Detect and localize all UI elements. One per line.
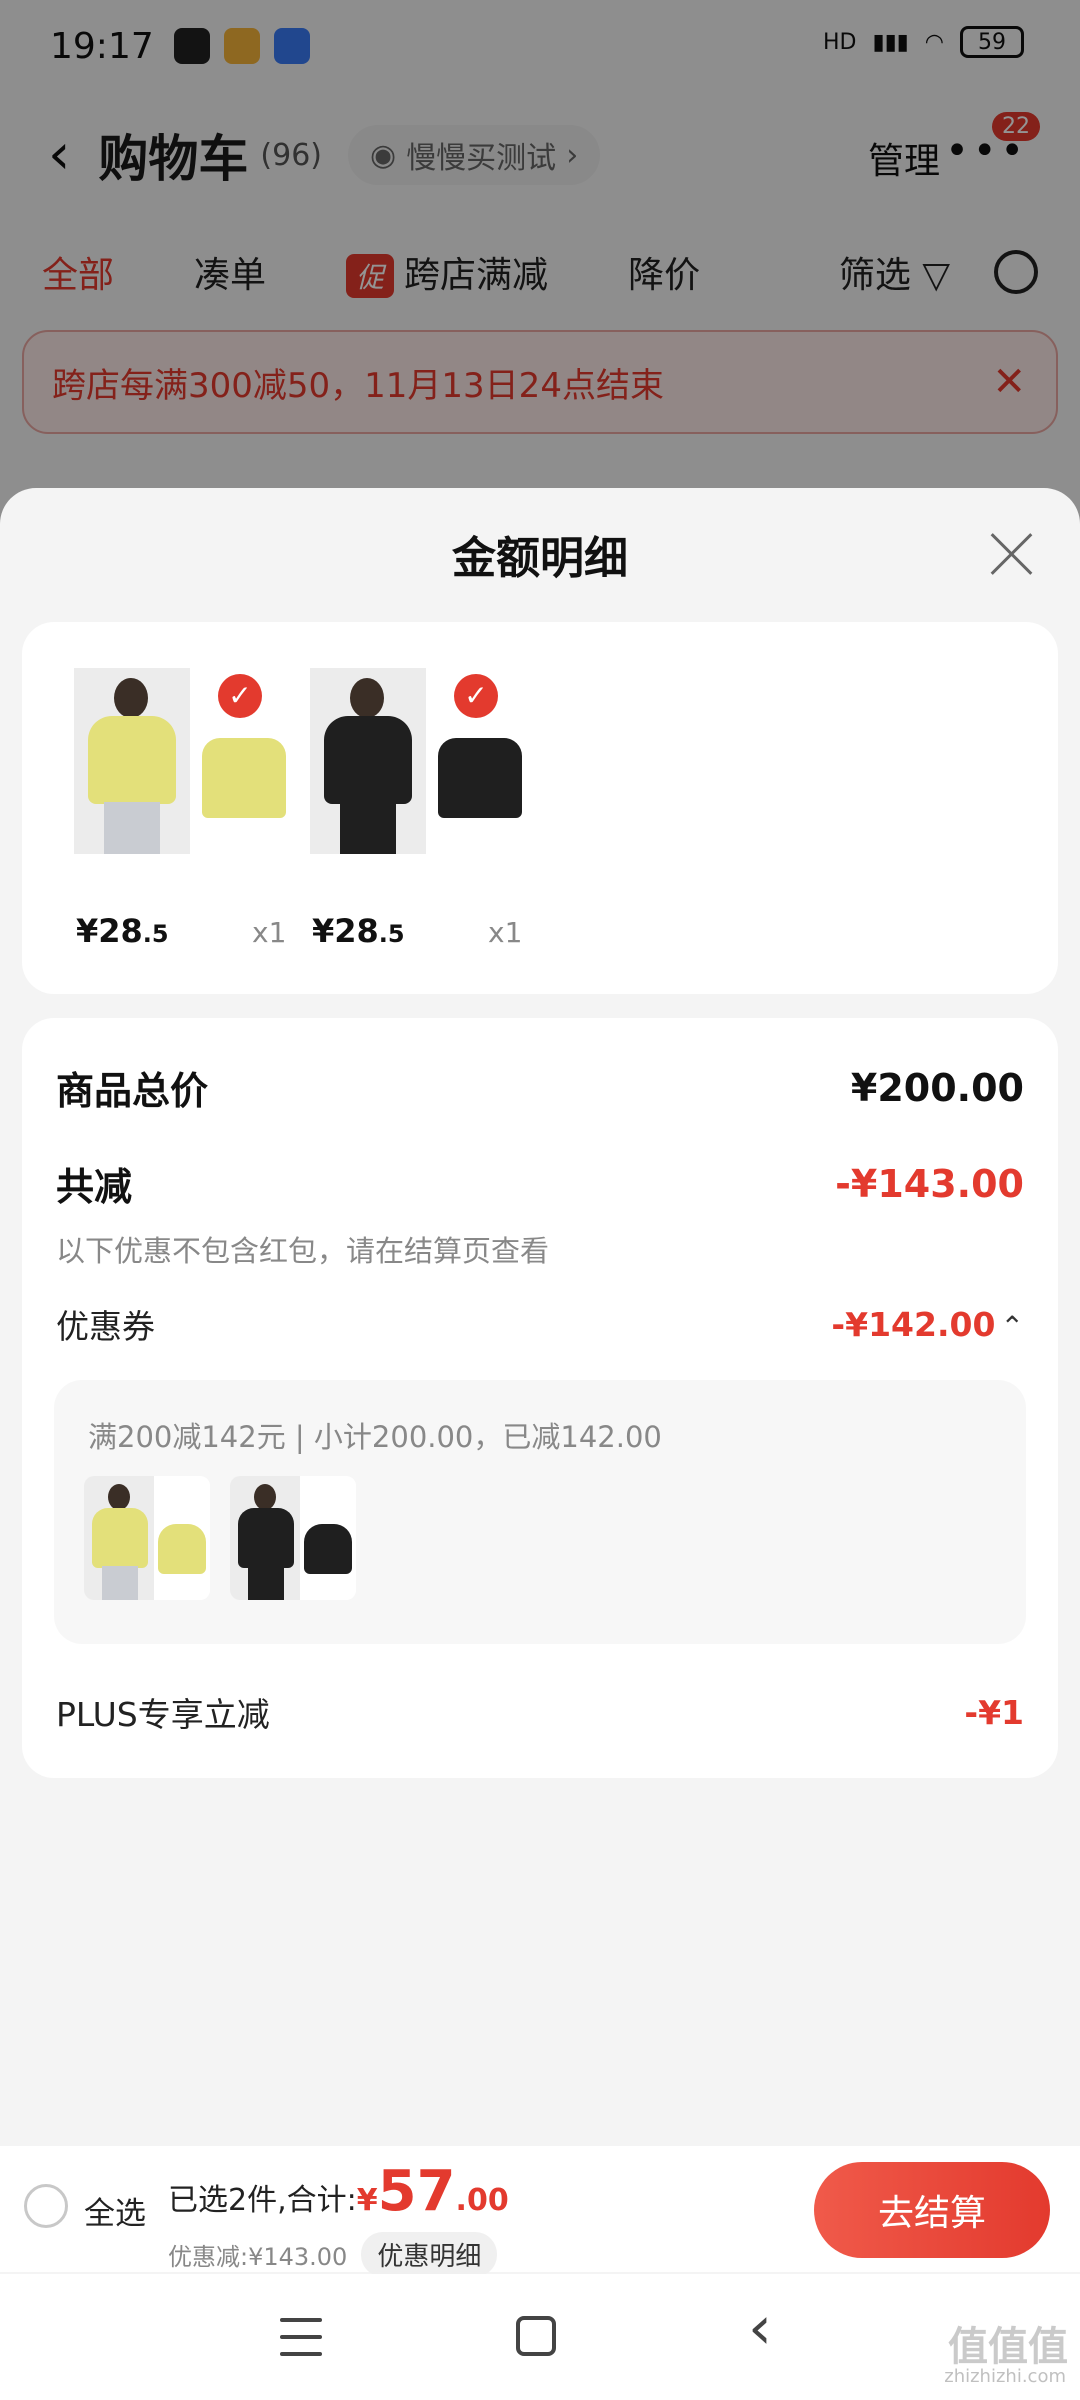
product-list-card: ✓ ¥28.5 x1 ✓ ¥28.5 x1 bbox=[22, 622, 1058, 994]
coupon-product-thumb bbox=[84, 1476, 210, 1600]
product-qty: x1 bbox=[488, 916, 523, 949]
product-item[interactable]: ✓ ¥28.5 x1 bbox=[310, 668, 530, 950]
select-all-label[interactable]: 全选 bbox=[84, 2188, 146, 2233]
total-decimals: .00 bbox=[455, 2183, 509, 2218]
total-amount: 57 bbox=[377, 2159, 456, 2224]
price-summary-card: 商品总价 ¥200.00 共减 -¥143.00 以下优惠不包含红包，请在结算页… bbox=[22, 1018, 1058, 1778]
product-price: ¥28.5 bbox=[76, 912, 169, 950]
coupon-product-thumb bbox=[230, 1476, 356, 1600]
discount-text: 优惠减:¥143.00 bbox=[168, 2243, 348, 2271]
plus-discount-row: PLUS专享立减 -¥1 bbox=[56, 1688, 1024, 1736]
product-image: ✓ bbox=[310, 668, 530, 854]
total-price-row: 商品总价 ¥200.00 bbox=[56, 1060, 1024, 1115]
watermark: 值值值 bbox=[948, 2324, 1068, 2370]
product-qty: x1 bbox=[252, 916, 287, 949]
coupon-detail-box: 满200减142元 | 小计200.00，已减142.00 bbox=[54, 1380, 1026, 1644]
product-image: ✓ bbox=[74, 668, 294, 854]
close-icon[interactable] bbox=[988, 530, 1036, 578]
coupon-row[interactable]: 优惠券 -¥142.00 ⌃ bbox=[56, 1300, 1024, 1348]
discount-line: 优惠减:¥143.00 优惠明细 bbox=[168, 2232, 498, 2277]
selected-summary: 已选2件,合计: ¥ 57 .00 bbox=[168, 2164, 509, 2220]
select-all-radio[interactable] bbox=[24, 2184, 68, 2228]
sheet-header: 金额明细 bbox=[0, 488, 1080, 620]
amount-detail-sheet: 金额明细 ✓ ¥28.5 x1 ✓ ¥28.5 x1 商品总价 ¥200.00 … bbox=[0, 488, 1080, 2400]
product-price: ¥28.5 bbox=[312, 912, 405, 950]
watermark-url: zhizhizhi.com bbox=[944, 2366, 1066, 2387]
checked-icon: ✓ bbox=[454, 674, 498, 718]
selected-text: 已选2件,合计: bbox=[168, 2183, 357, 2218]
discount-detail-button[interactable]: 优惠明细 bbox=[361, 2232, 498, 2277]
total-price-label: 商品总价 bbox=[56, 1069, 209, 1113]
sheet-title: 金额明细 bbox=[452, 533, 628, 584]
back-nav-icon[interactable]: ‹ bbox=[748, 2298, 772, 2358]
total-currency: ¥ bbox=[356, 2183, 378, 2218]
reduce-row: 共减 -¥143.00 bbox=[56, 1156, 1024, 1211]
coupon-value: -¥142.00 bbox=[831, 1304, 996, 1344]
home-icon[interactable] bbox=[516, 2316, 556, 2356]
discount-note: 以下优惠不包含红包，请在结算页查看 bbox=[56, 1234, 550, 1268]
total-price-value: ¥200.00 bbox=[850, 1065, 1024, 1110]
product-item[interactable]: ✓ ¥28.5 x1 bbox=[74, 668, 294, 950]
menu-icon[interactable] bbox=[280, 2318, 322, 2356]
model-photo bbox=[74, 668, 190, 854]
model-photo bbox=[310, 668, 426, 854]
checkout-bar: 全选 已选2件,合计: ¥ 57 .00 优惠减:¥143.00 优惠明细 去结… bbox=[0, 2146, 1080, 2277]
checked-icon: ✓ bbox=[218, 674, 262, 718]
system-nav-bar: ‹ 值值值 zhizhizhi.com bbox=[0, 2274, 1080, 2400]
checkout-button[interactable]: 去结算 bbox=[814, 2162, 1050, 2258]
reduce-value: -¥143.00 bbox=[835, 1161, 1024, 1206]
plus-label: PLUS专享立减 bbox=[56, 1695, 270, 1734]
coupon-label: 优惠券 bbox=[56, 1307, 155, 1346]
chevron-up-icon: ⌃ bbox=[1000, 1309, 1024, 1343]
plus-value: -¥1 bbox=[964, 1692, 1024, 1732]
reduce-label: 共减 bbox=[56, 1165, 133, 1209]
coupon-detail-text: 满200减142元 | 小计200.00，已减142.00 bbox=[88, 1420, 662, 1454]
coupon-value-group: -¥142.00 ⌃ bbox=[831, 1305, 1024, 1344]
